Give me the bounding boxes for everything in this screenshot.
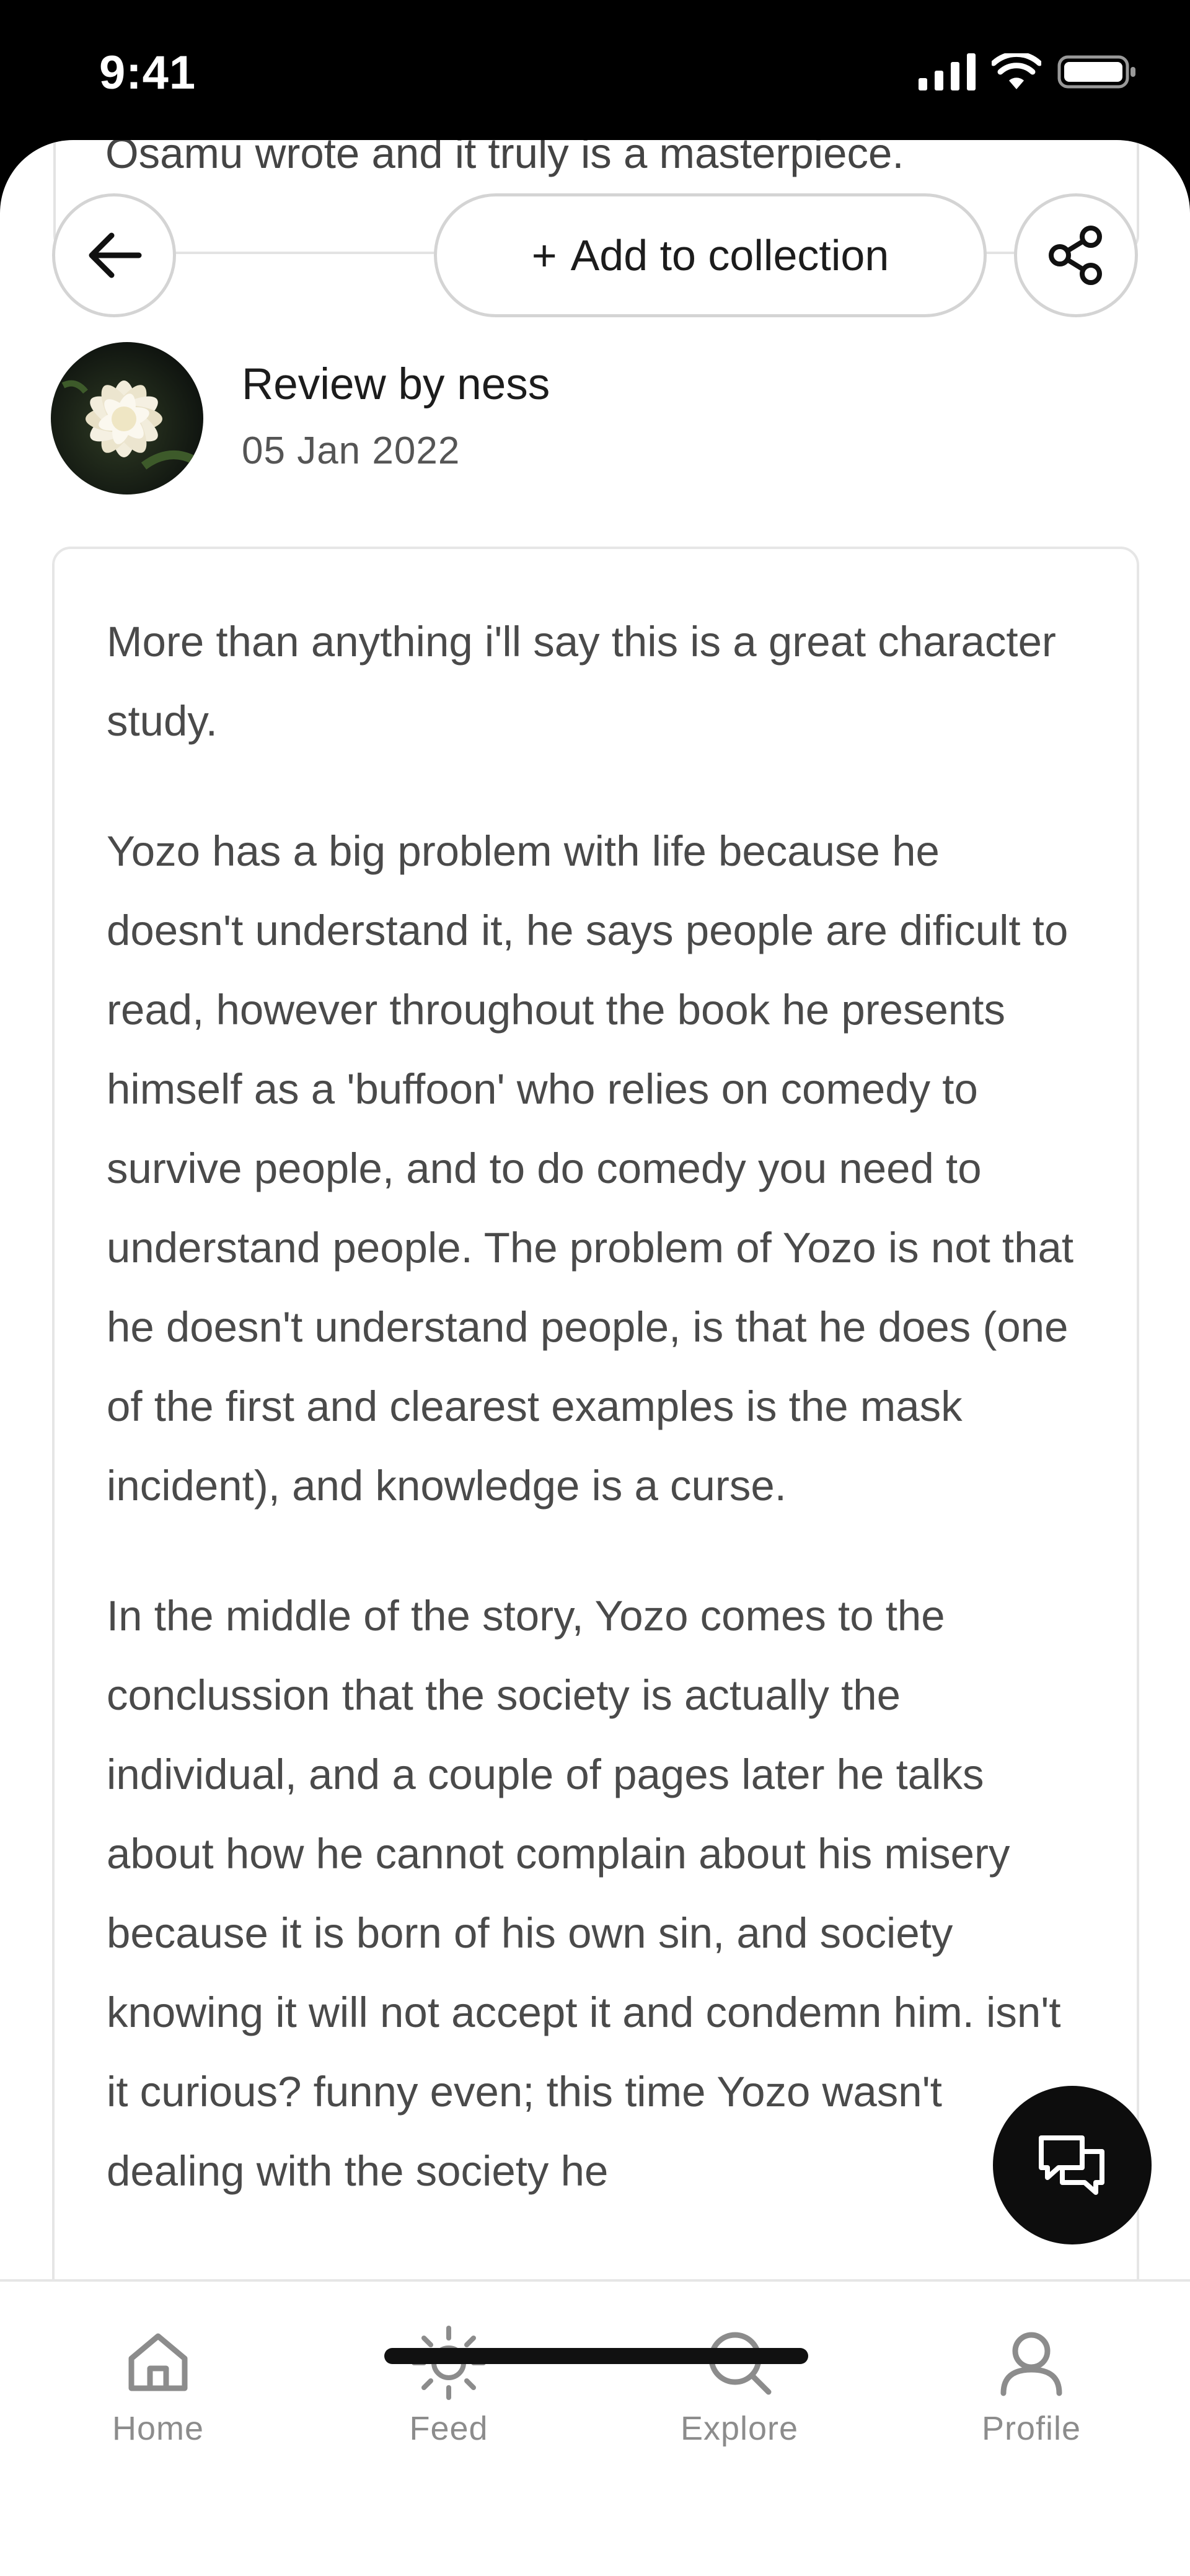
review-paragraph: In the middle of the story, Yozo comes t… bbox=[107, 1592, 1061, 2195]
nav-item-home[interactable]: Home bbox=[65, 2323, 251, 2448]
review-card: More than anything i'll say this is a gr… bbox=[52, 547, 1139, 2530]
review-date: 05 Jan 2022 bbox=[242, 429, 461, 472]
review-body: More than anything i'll say this is a gr… bbox=[55, 549, 1137, 2211]
share-button[interactable] bbox=[1014, 193, 1138, 317]
nav-label-home: Home bbox=[112, 2410, 205, 2447]
home-indicator[interactable] bbox=[384, 2348, 808, 2364]
back-button[interactable] bbox=[52, 193, 176, 317]
share-icon bbox=[1049, 226, 1102, 285]
arrow-left-icon bbox=[89, 232, 142, 278]
plus-icon: + bbox=[531, 231, 557, 279]
review-paragraph: More than anything i'll say this is a gr… bbox=[107, 618, 1056, 745]
nav-label-profile: Profile bbox=[981, 2410, 1082, 2447]
previous-card-text: Osamu wrote and it truly is a masterpiec… bbox=[105, 140, 904, 177]
status-icons bbox=[919, 51, 1137, 94]
chat-button[interactable] bbox=[993, 2086, 1152, 2244]
app-root: 9:41 Osamu wrote and it truly is a maste… bbox=[0, 0, 1190, 2576]
add-to-collection-label: Add to collection bbox=[570, 231, 889, 279]
nav-label-explore: Explore bbox=[680, 2410, 799, 2447]
status-time: 9:41 bbox=[99, 46, 196, 99]
battery-icon bbox=[1057, 53, 1137, 94]
nav-item-explore[interactable]: Explore bbox=[646, 2323, 832, 2448]
status-bar: 9:41 bbox=[0, 0, 1190, 143]
review-paragraph: Yozo has a big problem with life because… bbox=[107, 827, 1074, 1510]
add-to-collection-button[interactable]: + Add to collection bbox=[434, 193, 987, 317]
flower-image bbox=[61, 380, 196, 470]
home-icon bbox=[128, 2333, 188, 2391]
signal-icon bbox=[919, 53, 976, 94]
nav-item-profile[interactable]: Profile bbox=[938, 2323, 1124, 2448]
review-title: Review by ness bbox=[242, 360, 550, 409]
nav-item-feed[interactable]: Feed bbox=[356, 2323, 542, 2448]
nav-label-feed: Feed bbox=[409, 2410, 488, 2447]
profile-icon bbox=[1000, 2332, 1062, 2396]
wifi-icon bbox=[990, 51, 1042, 94]
bottom-nav: Home Feed Explore Profile bbox=[0, 2279, 1190, 2576]
avatar[interactable] bbox=[51, 342, 203, 495]
chat-icon bbox=[1039, 2135, 1104, 2195]
